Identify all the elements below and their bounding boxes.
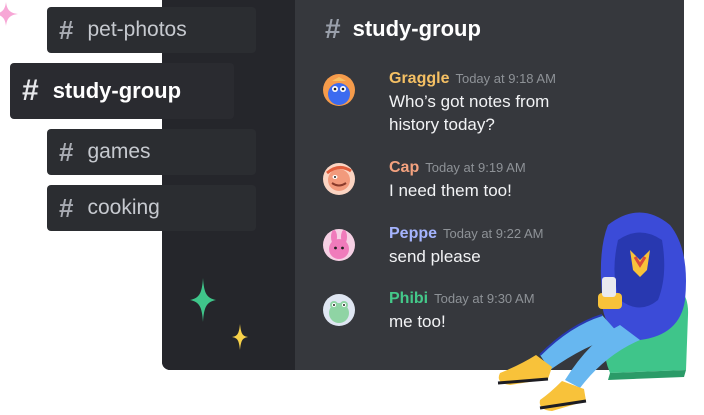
message-text: I need them too!: [389, 181, 512, 200]
channel-item-pet-photos[interactable]: # pet-photos: [47, 7, 256, 53]
hash-icon: #: [59, 136, 74, 167]
avatar-cap[interactable]: [323, 163, 355, 195]
chat-channel-name: study-group: [352, 16, 481, 41]
sparkle-green-icon: [190, 278, 216, 322]
sparkle-pink-icon: [0, 2, 18, 26]
hooded-character-illustration: [497, 212, 689, 411]
channel-name: pet-photos: [87, 18, 187, 41]
hash-icon: #: [325, 13, 341, 44]
sparkle-yellow-icon: [232, 324, 248, 350]
message-timestamp: Today at 9:19 AM: [425, 160, 526, 175]
message-timestamp: Today at 9:18 AM: [455, 71, 556, 86]
channel-item-games[interactable]: # games: [47, 129, 256, 175]
hash-icon: #: [59, 192, 74, 223]
channel-name: games: [87, 140, 151, 163]
message-author[interactable]: Peppe: [389, 225, 437, 243]
chat-header: # study-group: [325, 13, 481, 44]
hash-icon: #: [22, 74, 39, 107]
channel-name: study-group: [52, 78, 182, 103]
hash-icon: #: [59, 14, 74, 45]
avatar-phibi[interactable]: [323, 294, 355, 326]
message-text: Who’s got notes from history today?: [389, 90, 669, 136]
avatar-graggle[interactable]: [323, 74, 355, 106]
message-author[interactable]: Phibi: [389, 290, 428, 308]
message-author[interactable]: Graggle: [389, 70, 449, 88]
avatar-peppe[interactable]: [323, 229, 355, 261]
channel-name: cooking: [87, 196, 160, 219]
message-text-line: Who’s got notes from: [389, 92, 550, 111]
message-author[interactable]: Cap: [389, 159, 419, 177]
channel-item-cooking[interactable]: # cooking: [47, 185, 256, 231]
message-text-line: history today?: [389, 115, 495, 134]
channel-item-study-group[interactable]: # study-group: [10, 63, 234, 119]
